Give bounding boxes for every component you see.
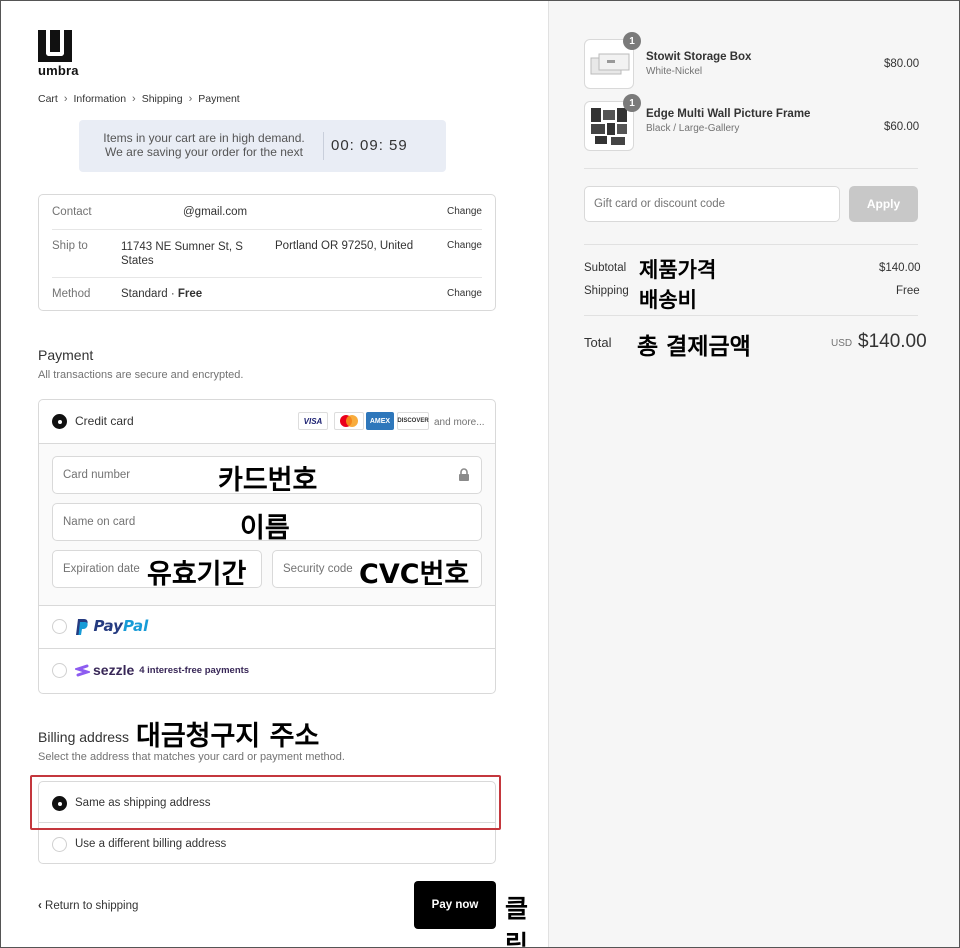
screenshot-frame (0, 0, 960, 948)
